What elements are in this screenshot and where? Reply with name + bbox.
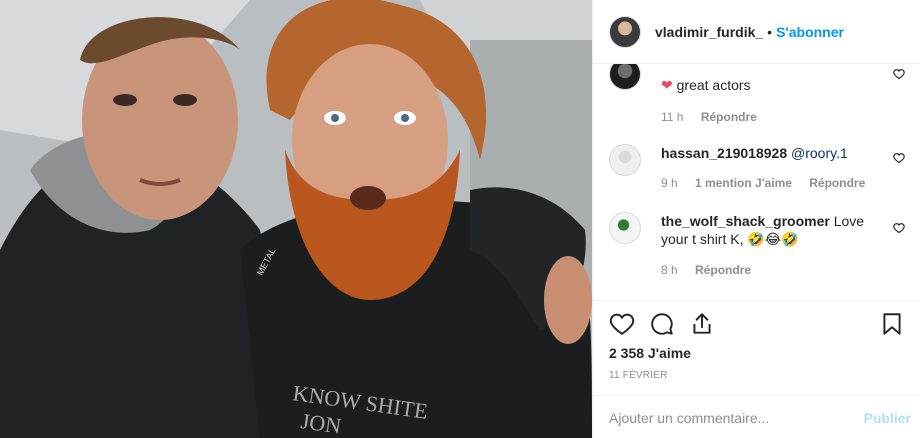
reply-button[interactable]: Répondre xyxy=(701,110,757,124)
publish-button[interactable]: Publier xyxy=(864,410,911,426)
post-photo[interactable]: KNOW SHITE JON METAL xyxy=(0,0,592,438)
post-actions: 2 358 J'aime 11 FÉVRIER Ajouter un comme… xyxy=(593,300,920,438)
photo-illustration: KNOW SHITE JON METAL xyxy=(0,0,592,438)
comment-input[interactable]: Ajouter un commentaire... xyxy=(609,410,769,426)
comment-item: the_wolf_shack_groomer Love your t shirt… xyxy=(609,212,905,292)
author-username[interactable]: vladimir_furdik_ xyxy=(655,24,763,40)
comment-mention[interactable]: @roory.1 xyxy=(791,145,848,161)
comment-text-block: the_wolf_shack_groomer Love your t shirt… xyxy=(661,212,881,248)
likes-count[interactable]: 2 358 J'aime xyxy=(609,345,691,361)
comment-text-block: hassan_219018928 @roory.1 xyxy=(661,144,881,162)
heart-icon[interactable] xyxy=(609,311,635,337)
shirt-text-2: JON xyxy=(299,408,343,438)
comment-like-count[interactable]: 1 mention J'aime xyxy=(695,176,792,190)
follow-button[interactable]: S'abonner xyxy=(776,24,844,40)
like-comment-heart-icon[interactable] xyxy=(893,152,905,164)
commenter-username[interactable]: the_wolf_shack_groomer xyxy=(661,213,830,229)
commenter-avatar[interactable] xyxy=(609,64,641,90)
comment-item: ❤ great actors 11 h Répondre xyxy=(609,64,905,128)
comment-text: great actors xyxy=(676,77,751,93)
post-date: 11 FÉVRIER xyxy=(609,370,668,381)
reply-button[interactable]: Répondre xyxy=(695,263,751,277)
like-comment-heart-icon[interactable] xyxy=(893,222,905,234)
comment-icon[interactable] xyxy=(649,311,675,337)
header-separator: • xyxy=(767,23,773,40)
comment-time: 11 h xyxy=(661,110,684,124)
instagram-post: KNOW SHITE JON METAL vladimir_furdik_ • … xyxy=(0,0,920,438)
share-icon[interactable] xyxy=(689,311,715,337)
add-comment-bar: Ajouter un commentaire... Publier xyxy=(593,395,920,438)
comment-meta: 9 h 1 mention J'aime Répondre xyxy=(661,176,879,190)
commenter-username[interactable]: hassan_219018928 xyxy=(661,145,787,161)
comment-item: hassan_219018928 @roory.1 9 h 1 mention … xyxy=(609,144,905,200)
comment-text-block: ❤ great actors xyxy=(661,76,881,94)
comment-time: 9 h xyxy=(661,176,678,190)
like-comment-heart-icon[interactable] xyxy=(893,68,905,80)
reply-button[interactable]: Répondre xyxy=(809,176,865,190)
commenter-avatar[interactable] xyxy=(609,212,641,244)
comments-list: ❤ great actors 11 h Répondre hassan_2190… xyxy=(593,64,920,300)
comment-meta: 11 h Répondre xyxy=(661,110,771,124)
side-panel: vladimir_furdik_ • S'abonner ❤ great act… xyxy=(592,0,920,438)
bookmark-icon[interactable] xyxy=(879,311,905,337)
post-header: vladimir_furdik_ • S'abonner xyxy=(593,0,920,64)
comment-time: 8 h xyxy=(661,263,678,277)
commenter-avatar[interactable] xyxy=(609,144,641,176)
comment-meta: 8 h Répondre xyxy=(661,263,765,277)
heart-emoji-icon: ❤ xyxy=(661,77,673,93)
author-avatar[interactable] xyxy=(609,15,641,48)
